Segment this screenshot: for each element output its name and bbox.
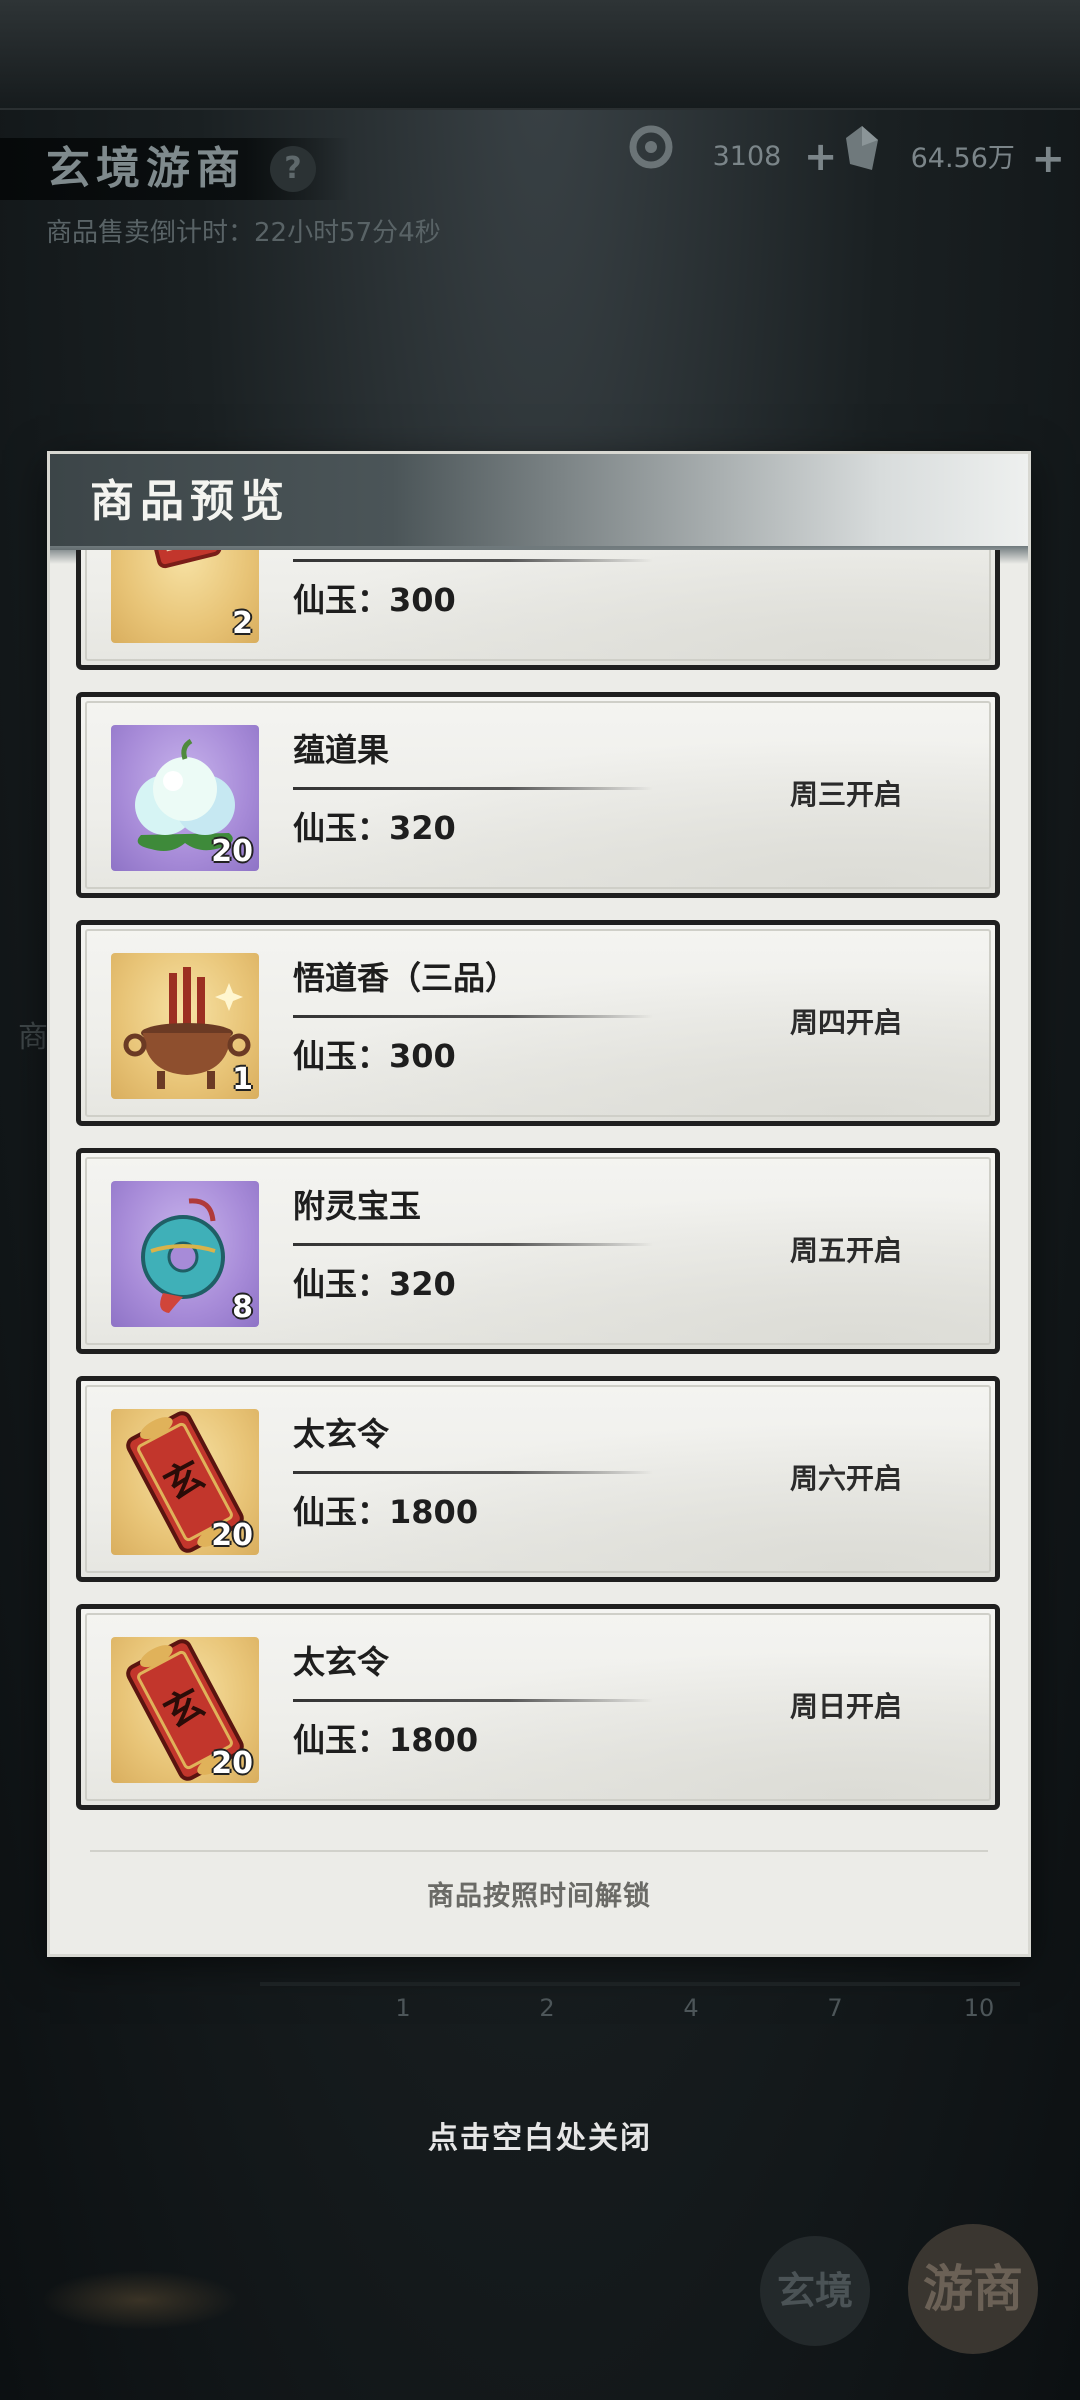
- item-card[interactable]: 20 蕴道果仙玉：320 周三开启: [76, 692, 1000, 898]
- sale-countdown: 商品售卖倒计时：22小时57分4秒: [46, 218, 441, 248]
- item-quantity: 20: [211, 1746, 253, 1781]
- close-hint[interactable]: 点击空白处关闭: [0, 2113, 1080, 2157]
- item-price: 仙玉：320: [293, 803, 456, 849]
- jade-coin-icon: [628, 124, 674, 189]
- unlock-day: 周五开启: [789, 1234, 902, 1267]
- spirit-stone-icon: [842, 124, 882, 193]
- incense-burner-icon[interactable]: 1: [111, 953, 259, 1099]
- unlock-day: 周四开启: [789, 1006, 902, 1039]
- price-value: 300: [389, 581, 456, 619]
- nav-youshang-button[interactable]: 游商: [908, 2224, 1038, 2354]
- item-quantity: 2: [232, 606, 253, 641]
- progress-mark: 4: [683, 1994, 699, 2022]
- item-price: 仙玉：1800: [293, 1487, 478, 1533]
- item-price: 仙玉：300: [293, 575, 456, 621]
- progress-track: [260, 1982, 1020, 1986]
- unlock-day: [731, 550, 961, 665]
- item-price: 仙玉：1800: [293, 1715, 478, 1761]
- price-currency-label: 仙玉：: [293, 809, 390, 847]
- progress-mark: 1: [395, 1994, 411, 2022]
- nav-xuanjing-button[interactable]: 玄境: [760, 2236, 870, 2346]
- progress-marks: 1 2 4 7 10: [0, 1994, 1080, 2034]
- token-card-icon[interactable]: 2: [111, 550, 259, 643]
- currency-jade: 3108 +: [628, 124, 837, 180]
- modal-title: 商品预览: [90, 476, 290, 527]
- taixuan-token-icon[interactable]: 玄 20: [111, 1637, 259, 1783]
- dao-fruit-icon[interactable]: 20: [111, 725, 259, 871]
- currency-stone: 64.56万 +: [842, 124, 1065, 182]
- item-quantity: 20: [211, 834, 253, 869]
- item-quantity: 8: [232, 1290, 253, 1325]
- stone-amount: 64.56万: [910, 142, 1015, 174]
- side-label: 商: [18, 1020, 48, 1055]
- item-card[interactable]: 1 悟道香（三品） 仙玉：300 周四开启: [76, 920, 1000, 1126]
- item-name: 太玄令: [293, 1415, 390, 1453]
- item-divider: [293, 1243, 653, 1246]
- item-list[interactable]: 2 仙玉：300 20 蕴道果 仙玉：320 周三开启 1 悟道香（三品） 仙玉：300 周四开启…: [72, 550, 1006, 1866]
- item-name: 蕴道果: [293, 731, 390, 769]
- item-divider: [293, 559, 653, 562]
- footer-divider: [90, 1850, 988, 1852]
- item-card[interactable]: 玄 20 太玄令仙玉：1800 周日开启: [76, 1604, 1000, 1810]
- item-divider: [293, 1699, 653, 1702]
- taixuan-token-icon[interactable]: 玄 20: [111, 1409, 259, 1555]
- modal-header: 商品预览: [50, 454, 1028, 564]
- price-currency-label: 仙玉：: [293, 1493, 390, 1531]
- item-name: 太玄令: [293, 1643, 390, 1681]
- price-value: 320: [389, 809, 456, 847]
- jade-amount: 3108: [712, 140, 782, 172]
- progress-mark: 10: [963, 1994, 995, 2022]
- item-divider: [293, 1015, 653, 1018]
- preview-modal: 商品预览 2 仙玉：300 20 蕴道果 仙玉：320 周三开启 1 悟道香（三品） 仙玉：30…: [50, 454, 1028, 1954]
- price-currency-label: 仙玉：: [293, 1721, 390, 1759]
- progress-mark: 2: [539, 1994, 555, 2022]
- price-value: 1800: [389, 1721, 479, 1759]
- item-divider: [293, 1471, 653, 1474]
- item-divider: [293, 787, 653, 790]
- unlock-day: 周三开启: [789, 778, 902, 811]
- price-value: 1800: [389, 1493, 479, 1531]
- price-currency-label: 仙玉：: [293, 1037, 390, 1075]
- item-card[interactable]: 玄 20 太玄令仙玉：1800 周六开启: [76, 1376, 1000, 1582]
- jade-pendant-icon[interactable]: 8: [111, 1181, 259, 1327]
- price-value: 320: [389, 1265, 456, 1303]
- price-value: 300: [389, 1037, 456, 1075]
- top-banner: [0, 0, 1080, 110]
- item-name: 悟道香（三品）: [293, 959, 518, 997]
- item-price: 仙玉：320: [293, 1259, 456, 1305]
- decor-cloud: [40, 2270, 240, 2330]
- shop-title: 玄境游商: [46, 143, 246, 194]
- unlock-day: 周六开启: [789, 1462, 902, 1495]
- item-quantity: 1: [232, 1062, 253, 1097]
- help-button[interactable]: ?: [270, 146, 316, 192]
- item-name: 附灵宝玉: [293, 1187, 422, 1225]
- unlock-day: 周日开启: [789, 1690, 902, 1723]
- item-quantity: 20: [211, 1518, 253, 1553]
- add-jade-button[interactable]: +: [804, 130, 838, 184]
- add-stone-button[interactable]: +: [1031, 132, 1065, 186]
- price-currency-label: 仙玉：: [293, 1265, 390, 1303]
- unlock-note: 商品按照时间解锁: [427, 1881, 651, 1912]
- item-card[interactable]: 8 附灵宝玉仙玉：320 周五开启: [76, 1148, 1000, 1354]
- price-currency-label: 仙玉：: [293, 581, 390, 619]
- game-screen[interactable]: 玄境游商 ? 商品售卖倒计时：22小时57分4秒 3108 + 64.56万 +…: [0, 0, 1080, 2400]
- progress-mark: 7: [827, 1994, 843, 2022]
- item-price: 仙玉：300: [293, 1031, 456, 1077]
- item-card[interactable]: 2 仙玉：300: [76, 550, 1000, 670]
